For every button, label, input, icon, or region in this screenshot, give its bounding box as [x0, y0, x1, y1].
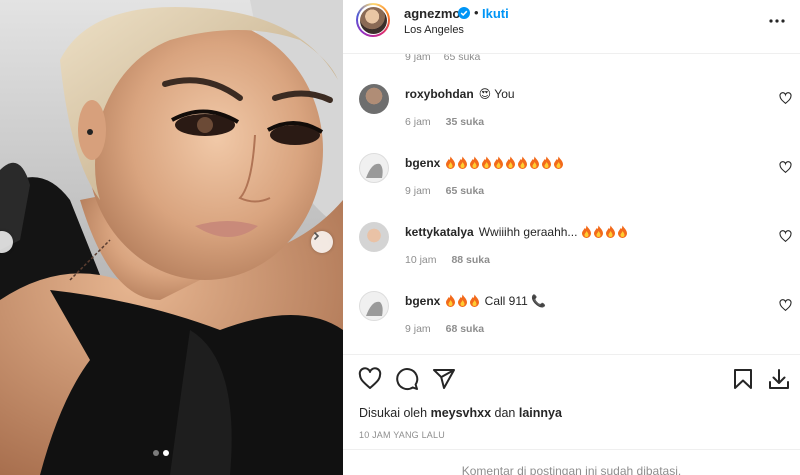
- divider: [343, 354, 800, 355]
- fire-emoji-icon: [458, 156, 468, 169]
- portrait-image: [0, 0, 343, 475]
- header-separator: •: [474, 5, 479, 20]
- comments-list[interactable]: 9 jam 65 suka roxybohdan 😍 You 6 jam 35 s…: [343, 54, 800, 354]
- fire-emoji-icon: [470, 294, 480, 307]
- comment-likes[interactable]: 88 suka: [451, 254, 490, 266]
- comment-time: 6 jam: [405, 116, 431, 128]
- comment-item: kettykatalya Wwiiihh geraahh... 10 jam 88…: [343, 220, 800, 280]
- comment-time: 9 jam: [405, 323, 431, 335]
- comment-item: roxybohdan 😍 You 6 jam 35 suka: [343, 82, 800, 142]
- fire-emoji-group: [445, 294, 481, 308]
- fire-emoji-icon: [593, 225, 603, 238]
- comment-likes[interactable]: 35 suka: [446, 116, 485, 128]
- comments-disabled-notice: Komentar di postingan ini sudah dibatasi…: [461, 464, 682, 475]
- carousel-next-button[interactable]: [311, 231, 333, 253]
- cutoff-comment-meta: 9 jam 65 suka: [405, 54, 490, 63]
- comment-item: bgenx 9 jam 65 suka: [343, 151, 800, 211]
- liked-by-others[interactable]: lainnya: [519, 406, 562, 420]
- fire-emoji-icon: [446, 294, 456, 307]
- comment-icon[interactable]: [395, 367, 419, 391]
- fire-emoji-icon: [470, 156, 480, 169]
- comment-item: bgenx Call 911 📞 9 jam 68 suka: [343, 289, 800, 349]
- fire-emoji-icon: [446, 156, 456, 169]
- comment-time: 9 jam: [405, 185, 431, 197]
- comment-text: Call 911 📞: [481, 294, 547, 308]
- commenter-avatar[interactable]: [359, 291, 389, 321]
- post-photo[interactable]: [0, 0, 343, 475]
- comment-likes[interactable]: 68 suka: [446, 323, 485, 335]
- liked-by-user[interactable]: meysvhxx: [431, 406, 491, 420]
- comment-emoji: 😍: [478, 87, 492, 101]
- commenter-username[interactable]: bgenx: [405, 294, 440, 308]
- commenter-avatar[interactable]: [359, 153, 389, 183]
- commenter-avatar[interactable]: [359, 222, 389, 252]
- comment-text: You: [491, 87, 515, 101]
- fire-emoji-icon: [554, 156, 564, 169]
- fire-emoji-icon: [506, 156, 516, 169]
- post-timestamp[interactable]: 10 JAM YANG LALU: [359, 430, 445, 440]
- commenter-avatar[interactable]: [359, 84, 389, 114]
- carousel-dot-active: [163, 450, 169, 456]
- fire-emoji-icon: [530, 156, 540, 169]
- fire-emoji-group: [581, 225, 629, 239]
- more-options-icon[interactable]: [768, 8, 786, 34]
- divider: [343, 449, 800, 450]
- bookmark-icon[interactable]: [731, 367, 755, 391]
- chevron-right-icon: [313, 231, 320, 241]
- post-side-panel: agnezmo • Ikuti Los Angeles 9 jam 65 suk…: [343, 0, 800, 475]
- author-avatar[interactable]: [356, 3, 390, 37]
- liked-by-summary: Disukai oleh meysvhxx dan lainnya: [359, 406, 562, 420]
- comment-text: Wwiiihh geraahh...: [478, 225, 581, 239]
- comment-like-heart-icon[interactable]: [779, 230, 792, 243]
- post-location[interactable]: Los Angeles: [404, 24, 464, 36]
- author-username[interactable]: agnezmo: [404, 6, 460, 21]
- comment-likes[interactable]: 65 suka: [446, 185, 485, 197]
- comment-like-heart-icon[interactable]: [779, 299, 792, 312]
- commenter-username[interactable]: kettykatalya: [405, 225, 474, 239]
- heart-icon[interactable]: [358, 367, 382, 391]
- fire-emoji-icon: [617, 225, 627, 238]
- commenter-username[interactable]: roxybohdan: [405, 87, 474, 101]
- fire-emoji-icon: [581, 225, 591, 238]
- download-icon[interactable]: [767, 367, 791, 391]
- carousel-indicator: [153, 450, 169, 456]
- fire-emoji-icon: [482, 156, 492, 169]
- commenter-username[interactable]: bgenx: [405, 156, 440, 170]
- carousel-dot: [153, 450, 159, 456]
- share-icon[interactable]: [432, 367, 456, 391]
- comment-time: 9 jam: [405, 54, 431, 63]
- comment-time: 10 jam: [405, 254, 437, 266]
- chevron-left-icon: [0, 231, 1, 241]
- fire-emoji-icon: [542, 156, 552, 169]
- verified-badge-icon: [458, 7, 470, 19]
- comment-likes[interactable]: 65 suka: [444, 54, 481, 63]
- follow-button[interactable]: Ikuti: [482, 6, 509, 21]
- fire-emoji-icon: [605, 225, 615, 238]
- fire-emoji-group: [445, 156, 565, 170]
- fire-emoji-icon: [494, 156, 504, 169]
- comment-like-heart-icon[interactable]: [779, 92, 792, 105]
- fire-emoji-icon: [518, 156, 528, 169]
- comment-like-heart-icon[interactable]: [779, 161, 792, 174]
- fire-emoji-icon: [458, 294, 468, 307]
- post-header: agnezmo • Ikuti Los Angeles: [343, 0, 800, 54]
